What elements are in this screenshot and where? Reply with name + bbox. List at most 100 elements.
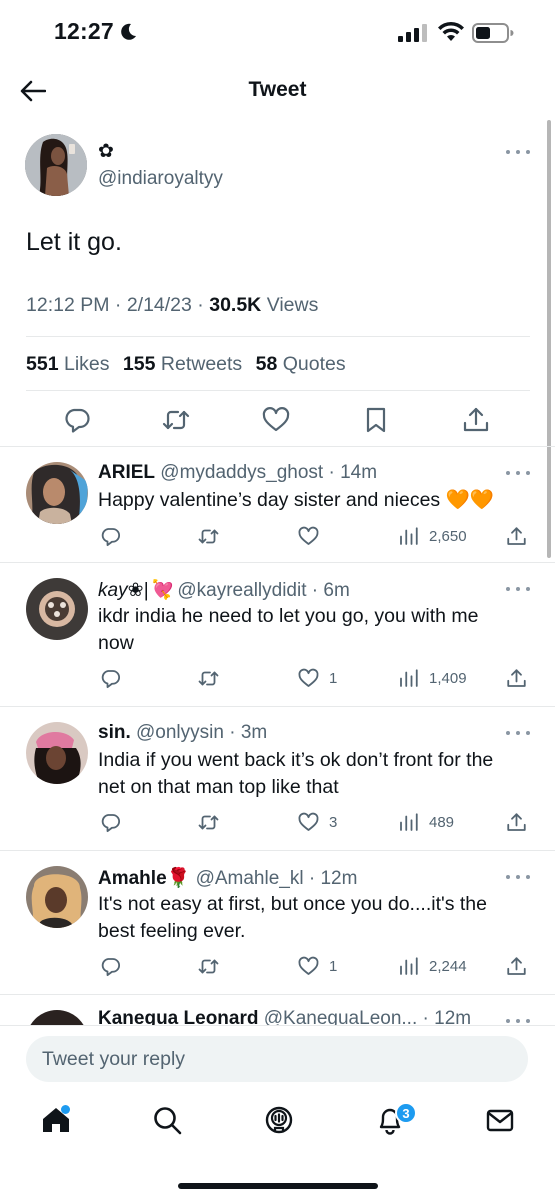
reply-author-name[interactable]: ARIEL: [98, 462, 155, 483]
nav-search[interactable]: [149, 1102, 185, 1138]
nav-spaces[interactable]: [261, 1102, 297, 1138]
reply-item[interactable]: ARIEL @mydaddys_ghost · 14m Happy valent…: [0, 447, 555, 563]
divider: [0, 1025, 555, 1026]
retweet-icon: [198, 959, 219, 973]
retweet-button[interactable]: [198, 811, 219, 833]
retweet-icon[interactable]: [162, 406, 190, 434]
author-handle[interactable]: @indiaroyaltyy: [98, 168, 223, 190]
author-name[interactable]: ✿: [98, 140, 114, 163]
reply-text: It's not easy at first, but once you do.…: [98, 893, 487, 942]
views-count[interactable]: 30.5K: [209, 294, 261, 316]
share-button[interactable]: [506, 667, 527, 689]
like-button[interactable]: 1: [298, 667, 337, 689]
reply-handle[interactable]: @KaneguaLeon...: [264, 1008, 417, 1025]
share-icon: [507, 668, 526, 687]
wifi-icon: [438, 21, 464, 41]
reply-item[interactable]: kay❀|💘 @kayreallydidit · 6m ikdr india h…: [0, 563, 555, 707]
retweets-stat[interactable]: 155 Retweets: [123, 353, 242, 375]
reply-time: 3m: [240, 722, 268, 743]
retweet-button[interactable]: [198, 667, 219, 689]
share-button[interactable]: [506, 525, 527, 547]
home-indicator[interactable]: [178, 1183, 378, 1189]
views-button[interactable]: 489: [398, 811, 454, 833]
nav-messages[interactable]: [482, 1102, 518, 1138]
more-options-button[interactable]: [506, 465, 530, 481]
moon-icon: [121, 23, 136, 40]
heart-icon[interactable]: [262, 406, 290, 434]
reply-icon[interactable]: [63, 406, 91, 434]
likes-stat[interactable]: 551 Likes: [26, 353, 110, 375]
more-options-button[interactable]: [506, 869, 530, 885]
reply-avatar[interactable]: [26, 462, 88, 524]
views-button[interactable]: 1,409: [398, 667, 467, 689]
spaces-icon: [265, 1106, 293, 1134]
reply-button[interactable]: [100, 811, 121, 833]
tweet-meta: 12:12 PM · 2/14/23 · 30.5K Views: [26, 294, 318, 317]
reply-handle[interactable]: @mydaddys_ghost: [160, 462, 323, 483]
retweet-button[interactable]: [198, 525, 219, 547]
bar-chart-icon: [400, 956, 418, 975]
views-button[interactable]: 2,650: [398, 525, 467, 547]
reply-button[interactable]: [100, 955, 121, 977]
heart-icon: [298, 668, 319, 687]
share-button[interactable]: [506, 955, 527, 977]
reply-avatar[interactable]: [26, 1010, 88, 1025]
reply-author-name[interactable]: Amahle🌹: [98, 868, 190, 889]
reply-icon: [101, 957, 121, 976]
quotes-stat[interactable]: 58 Quotes: [256, 353, 346, 375]
view-count: 2,650: [429, 527, 467, 545]
tweet-stats: 551 Likes 155 Retweets 58 Quotes: [26, 353, 354, 376]
retweet-button[interactable]: [198, 955, 219, 977]
retweet-icon: [198, 529, 219, 543]
likes-label: Likes: [63, 353, 110, 375]
separator-dot: ·: [308, 868, 316, 889]
quotes-label: Quotes: [282, 353, 346, 375]
views-button[interactable]: 2,244: [398, 955, 467, 977]
share-icon[interactable]: [462, 406, 490, 434]
more-options-button[interactable]: [506, 725, 530, 741]
like-button[interactable]: [298, 525, 329, 547]
reply-input[interactable]: [26, 1036, 528, 1082]
reply-button[interactable]: [100, 667, 121, 689]
reply-author-name[interactable]: sin.: [98, 722, 131, 743]
reply-author-name[interactable]: kay❀|💘: [98, 580, 172, 601]
like-count: 1: [329, 669, 338, 687]
reply-text: Happy valentine’s day sister and nieces …: [98, 489, 495, 511]
more-options-button[interactable]: [506, 1013, 530, 1025]
more-options-button[interactable]: [506, 144, 530, 160]
reply-author-name[interactable]: Kanegua Leonard: [98, 1008, 258, 1025]
bar-chart-icon: [400, 812, 418, 831]
retweet-icon: [198, 671, 219, 685]
reply-handle[interactable]: @kayreallydidit: [177, 580, 306, 601]
status-bar: 12:27: [0, 0, 555, 62]
reply-avatar[interactable]: [26, 866, 88, 928]
reply-bar: [26, 1036, 528, 1082]
bar-chart-icon: [400, 526, 418, 545]
author-avatar[interactable]: [25, 134, 87, 196]
reply-item[interactable]: sin. @onlyysin · 3m India if you went ba…: [0, 707, 555, 851]
divider: [26, 336, 530, 337]
top-header: Tweet: [0, 62, 555, 120]
heart-icon: [298, 812, 319, 831]
page-title: Tweet: [248, 78, 307, 101]
retweets-label: Retweets: [160, 353, 243, 375]
separator-dot: ·: [114, 294, 127, 316]
view-count: 1,409: [429, 669, 467, 687]
separator-dot: ·: [197, 294, 210, 316]
share-icon: [507, 526, 526, 545]
reply-handle[interactable]: @Amahle_kl: [196, 868, 304, 889]
reply-header: kay❀|💘 @kayreallydidit · 6m: [98, 578, 350, 602]
bookmark-icon[interactable]: [362, 406, 390, 434]
reply-avatar[interactable]: [26, 578, 88, 640]
more-options-button[interactable]: [506, 581, 530, 597]
reply-button[interactable]: [100, 525, 121, 547]
like-button[interactable]: 1: [298, 955, 337, 977]
reply-item[interactable]: Amahle🌹 @Amahle_kl · 12m It's not easy a…: [0, 851, 555, 995]
like-button[interactable]: 3: [298, 811, 337, 833]
reply-avatar[interactable]: [26, 722, 88, 784]
share-button[interactable]: [506, 811, 527, 833]
views-label[interactable]: Views: [267, 294, 319, 316]
reply-handle[interactable]: @onlyysin: [136, 722, 224, 743]
reply-icon: [101, 813, 121, 832]
reply-item[interactable]: Kanegua Leonard @KaneguaLeon... · 12m: [0, 995, 555, 1025]
